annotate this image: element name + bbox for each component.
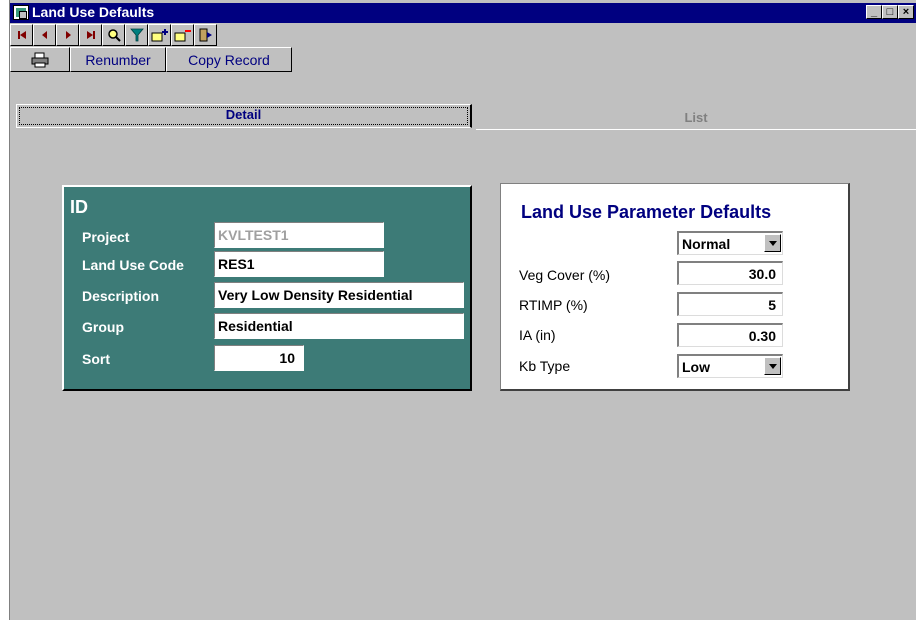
close-button[interactable]: × <box>898 5 914 19</box>
group-field[interactable]: Residential <box>214 313 464 339</box>
rtimp-label: RTIMP (%) <box>519 297 588 313</box>
chevron-down-icon[interactable] <box>764 234 781 252</box>
maximize-button[interactable]: □ <box>882 5 898 19</box>
mode-select-value: Normal <box>682 236 731 252</box>
minimize-button[interactable]: _ <box>866 5 882 19</box>
land-use-code-field[interactable]: RES1 <box>214 251 384 277</box>
exit-button[interactable] <box>194 24 217 46</box>
add-record-button[interactable] <box>148 24 171 46</box>
tab-focus-rect <box>19 107 468 125</box>
first-record-button[interactable] <box>10 24 33 46</box>
kb-type-select-value: Low <box>682 359 710 375</box>
id-panel: ID Project KVLTEST1 Land Use Code RES1 D… <box>62 185 472 391</box>
copy-record-button[interactable]: Copy Record <box>166 47 292 72</box>
filter-button[interactable] <box>125 24 148 46</box>
left-window-edge <box>0 0 10 620</box>
prev-record-button[interactable] <box>33 24 56 46</box>
add-record-icon <box>151 29 168 42</box>
tab-list-label: List <box>684 110 708 125</box>
kb-type-label: Kb Type <box>519 358 571 374</box>
exit-icon <box>199 28 212 42</box>
veg-cover-label: Veg Cover (%) <box>519 267 611 283</box>
filter-icon <box>129 28 144 42</box>
navigation-toolbar <box>10 24 217 46</box>
param-panel-title: Land Use Parameter Defaults <box>521 202 772 222</box>
title-bar: Land Use Defaults _ □ × <box>10 3 916 23</box>
tab-detail[interactable]: Detail <box>16 104 472 128</box>
project-label: Project <box>82 229 130 245</box>
window-controls: _ □ × <box>866 5 914 19</box>
delete-record-icon <box>174 30 191 42</box>
next-record-button[interactable] <box>56 24 79 46</box>
ia-field[interactable]: 0.30 <box>677 323 783 347</box>
land-use-parameter-panel: Land Use Parameter Defaults Normal Veg C… <box>500 183 850 391</box>
description-field[interactable]: Very Low Density Residential <box>214 282 464 308</box>
land-use-defaults-window: Land Use Defaults _ □ × Renumber Copy Re… <box>10 0 916 620</box>
delete-record-button[interactable] <box>171 24 194 46</box>
window-title: Land Use Defaults <box>32 4 155 20</box>
project-field[interactable]: KVLTEST1 <box>214 222 384 248</box>
description-label: Description <box>82 288 160 304</box>
id-panel-title: ID <box>70 197 88 217</box>
last-record-button[interactable] <box>79 24 102 46</box>
print-button[interactable] <box>10 47 70 72</box>
group-label: Group <box>82 319 124 335</box>
land-use-code-label: Land Use Code <box>82 257 184 273</box>
printer-icon <box>31 52 49 67</box>
rtimp-field[interactable]: 5 <box>677 292 783 316</box>
renumber-button[interactable]: Renumber <box>70 47 166 72</box>
find-button[interactable] <box>102 24 125 46</box>
last-record-icon <box>86 31 95 39</box>
sort-label: Sort <box>82 351 110 367</box>
mode-select[interactable]: Normal <box>677 231 783 255</box>
next-record-icon <box>65 31 71 39</box>
first-record-icon <box>17 31 26 39</box>
sort-field[interactable]: 10 <box>214 345 304 371</box>
find-icon <box>107 29 121 42</box>
chevron-down-icon[interactable] <box>764 357 781 375</box>
prev-record-icon <box>41 31 47 39</box>
app-icon[interactable] <box>13 5 29 20</box>
kb-type-select[interactable]: Low <box>677 354 783 378</box>
veg-cover-field[interactable]: 30.0 <box>677 261 783 285</box>
ia-label: IA (in) <box>519 327 556 343</box>
action-toolbar: Renumber Copy Record <box>10 47 292 72</box>
tab-list[interactable]: List <box>476 106 916 130</box>
